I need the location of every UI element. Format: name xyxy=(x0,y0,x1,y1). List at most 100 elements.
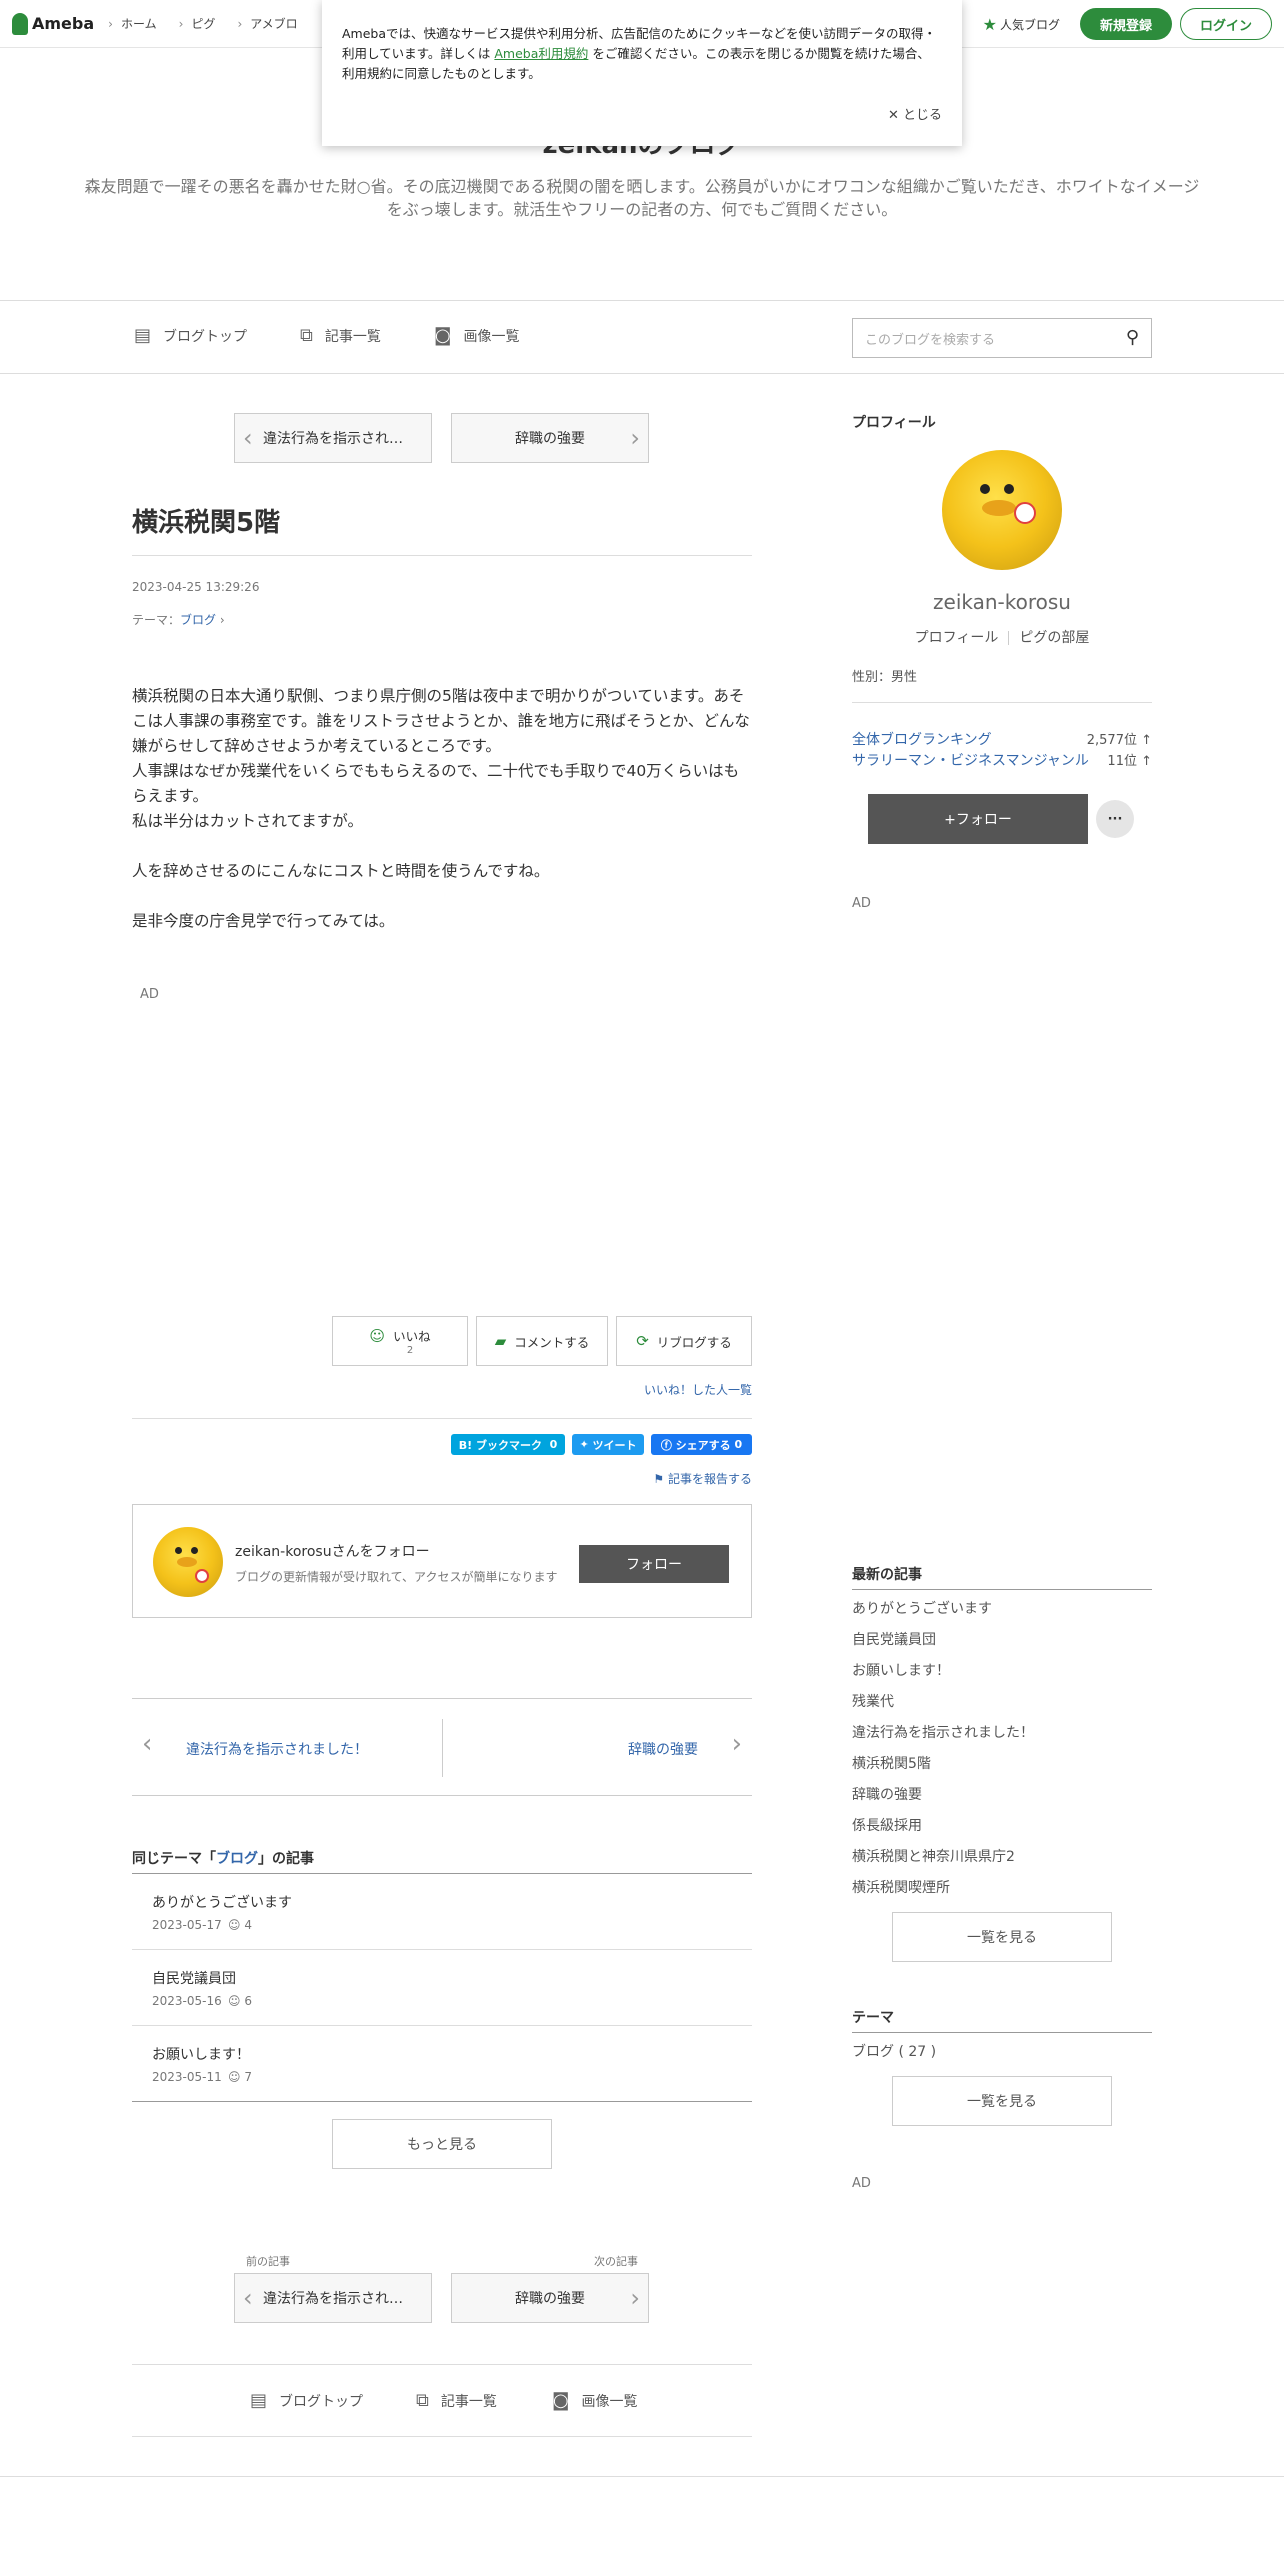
next-entry-link[interactable]: 辞職の強要 xyxy=(628,1739,698,1759)
recent-item[interactable]: ありがとうございます xyxy=(852,1598,992,1618)
list-item[interactable]: ありがとうございます 2023-05-17 ☺ 4 xyxy=(132,1874,752,1950)
liked-users-link[interactable]: いいね！した人一覧 xyxy=(644,1381,752,1398)
smile-icon: ☺ xyxy=(369,1326,386,1345)
terms-link[interactable]: Ameba利用規約 xyxy=(494,46,588,61)
breadcrumb-home[interactable]: ホーム xyxy=(108,15,157,32)
recent-heading: 最新の記事 xyxy=(852,1567,922,1583)
document-icon: ▤ xyxy=(134,325,152,346)
pig-room-link[interactable]: ピグの部屋 xyxy=(1019,630,1089,646)
next-label: 次の記事 xyxy=(594,2255,638,2268)
tweet-button[interactable]: ✦ ツイート xyxy=(572,1434,644,1455)
chevron-left-icon: ‹ xyxy=(142,1729,153,1759)
footer-image-list[interactable]: ◙ 画像一覧 xyxy=(552,2390,637,2411)
like-count: 2 xyxy=(406,1345,414,1356)
search-icon[interactable]: ⚲ xyxy=(1126,327,1139,348)
login-button[interactable]: ログイン xyxy=(1180,8,1272,40)
article-title: 横浜税関5階 xyxy=(132,508,281,538)
recent-item[interactable]: 係長級採用 xyxy=(852,1815,922,1835)
cookie-close-button[interactable]: ✕ とじる xyxy=(888,106,942,126)
breadcrumb-pig[interactable]: ピグ xyxy=(179,15,215,32)
recent-item[interactable]: 横浜税関喫煙所 xyxy=(852,1877,950,1897)
copy-icon: ⧉ xyxy=(416,2390,429,2411)
follow-button[interactable]: フォロー xyxy=(579,1545,729,1583)
blog-description: 森友問題で一躍その悪名を轟かせた財○省。その底辺機関である税関の闇を晒します。公… xyxy=(84,177,1200,219)
theme-item[interactable]: ブログ ( 27 ) xyxy=(852,2041,936,2061)
same-theme-link[interactable]: ブログ xyxy=(216,1851,258,1867)
chevron-left-icon: ‹ xyxy=(243,2284,253,2312)
nav-entry-list[interactable]: ⧉ 記事一覧 xyxy=(300,325,381,346)
cookie-notice: Amebaでは、快適なサービス提供や利用分析、広告配信のためにクッキーなどを使い… xyxy=(322,0,962,146)
hatena-bookmark-button[interactable]: B! ブックマーク 0 xyxy=(451,1434,565,1455)
recent-item[interactable]: お願いします！ xyxy=(852,1660,950,1680)
theme-heading: テーマ xyxy=(852,2010,894,2026)
article-date: 2023-04-25 13:29:26 xyxy=(132,580,260,594)
like-count: ☺ 4 xyxy=(228,1918,252,1932)
article-theme: テーマ：ブログ › xyxy=(132,613,225,627)
prev-entry-button[interactable]: ‹ 違法行為を指示され… xyxy=(234,413,432,463)
article-paragraph: 私は半分はカットされてますが。 xyxy=(132,812,363,830)
nav-blog-top[interactable]: ▤ ブログトップ xyxy=(134,325,247,346)
prev-entry-button[interactable]: ‹ 違法行為を指示され… xyxy=(234,2273,432,2323)
nav-image-list[interactable]: ◙ 画像一覧 xyxy=(434,325,519,346)
profile-avatar[interactable] xyxy=(942,450,1062,570)
theme-more-button[interactable]: 一覧を見る xyxy=(892,2076,1112,2126)
same-theme-heading: 同じテーマ「ブログ」の記事 xyxy=(132,1851,314,1867)
next-entry-button[interactable]: 辞職の強要 › xyxy=(451,413,649,463)
action-divider xyxy=(132,1418,752,1419)
recent-item[interactable]: 違法行為を指示されました！ xyxy=(852,1722,1034,1742)
ad-label: AD xyxy=(852,2176,871,2191)
blog-search-input[interactable]: このブログを検索する ⚲ xyxy=(852,318,1152,358)
recent-item[interactable]: 横浜税関5階 xyxy=(852,1753,931,1773)
ameba-logo[interactable]: Ameba xyxy=(12,12,94,35)
recent-more-button[interactable]: 一覧を見る xyxy=(892,1912,1112,1962)
article-paragraph: 人を辞めさせるのにこんなにコストと時間を使うんですね。 xyxy=(132,862,550,880)
footer-blog-top[interactable]: ▤ ブログトップ xyxy=(250,2390,363,2411)
follow-box: zeikan-korosuさんをフォロー ブログの更新情報が受け取れて、アクセス… xyxy=(132,1504,752,1618)
reblog-icon: ⟳ xyxy=(636,1332,649,1350)
comment-button[interactable]: ▰ コメントする xyxy=(476,1316,608,1366)
list-item[interactable]: お願いします！ 2023-05-11 ☺ 7 xyxy=(132,2026,752,2102)
ad-label: AD xyxy=(140,987,159,1002)
facebook-share-button[interactable]: ⓕ シェアする 0 xyxy=(651,1434,752,1455)
breadcrumb-ameblo[interactable]: アメブロ xyxy=(237,15,297,32)
camera-icon: ◙ xyxy=(552,2390,570,2411)
prev-entry-link[interactable]: 違法行為を指示されました！ xyxy=(186,1739,368,1759)
avatar xyxy=(153,1527,223,1597)
comment-icon: ▰ xyxy=(494,1332,507,1350)
facebook-icon: ⓕ xyxy=(660,1438,672,1452)
smile-icon: ☺ xyxy=(228,1994,241,2008)
recent-item[interactable]: 自民党議員団 xyxy=(852,1629,936,1649)
breadcrumb: ホーム ピグ アメブロ xyxy=(108,15,320,32)
prev-label: 前の記事 xyxy=(246,2255,290,2268)
recent-item[interactable]: 横浜税関と神奈川県県庁2 xyxy=(852,1846,1015,1866)
profile-name[interactable]: zeikan-korosu xyxy=(852,590,1152,614)
profile-gender: 性別：男性 xyxy=(852,670,918,685)
recent-item[interactable]: 残業代 xyxy=(852,1691,894,1711)
popular-blog-link[interactable]: ★ 人気ブログ xyxy=(983,15,1060,34)
like-button[interactable]: ☺ いいね 2 xyxy=(332,1316,468,1366)
twitter-icon: ✦ xyxy=(579,1438,589,1451)
report-link[interactable]: ⚑ 記事を報告する xyxy=(653,1470,752,1487)
article-paragraph: 横浜税関の日本大通り駅側、つまり県庁側の5階は夜中まで明かりがついています。あそ… xyxy=(132,687,750,755)
reblog-button[interactable]: ⟳ リブログする xyxy=(616,1316,752,1366)
register-button[interactable]: 新規登録 xyxy=(1080,8,1172,40)
document-icon: ▤ xyxy=(250,2390,268,2411)
footer-entry-list[interactable]: ⧉ 記事一覧 xyxy=(416,2390,497,2411)
list-item[interactable]: 自民党議員団 2023-05-16 ☺ 6 xyxy=(132,1950,752,2026)
copy-icon: ⧉ xyxy=(300,325,313,346)
smile-icon: ☺ xyxy=(228,2070,241,2084)
star-icon: ★ xyxy=(982,14,997,34)
camera-icon: ◙ xyxy=(434,325,452,346)
more-options-icon[interactable]: ··· xyxy=(1096,800,1134,838)
recent-item[interactable]: 辞職の強要 xyxy=(852,1784,922,1804)
theme-link[interactable]: ブログ xyxy=(180,613,216,627)
chevron-right-icon: › xyxy=(630,424,640,452)
chevron-right-icon: › xyxy=(731,1729,742,1759)
more-button[interactable]: もっと見る xyxy=(332,2119,552,2169)
sidebar-follow-button[interactable]: +フォロー xyxy=(868,794,1088,844)
next-entry-button[interactable]: 辞職の強要 › xyxy=(451,2273,649,2323)
profile-heading: プロフィール xyxy=(852,415,936,431)
article-paragraph: 是非今度の庁舎見学で行ってみては。 xyxy=(132,912,395,930)
prev-next-nav: ‹ 違法行為を指示されました！ 辞職の強要 › xyxy=(132,1698,752,1796)
profile-link[interactable]: プロフィール xyxy=(915,630,999,646)
